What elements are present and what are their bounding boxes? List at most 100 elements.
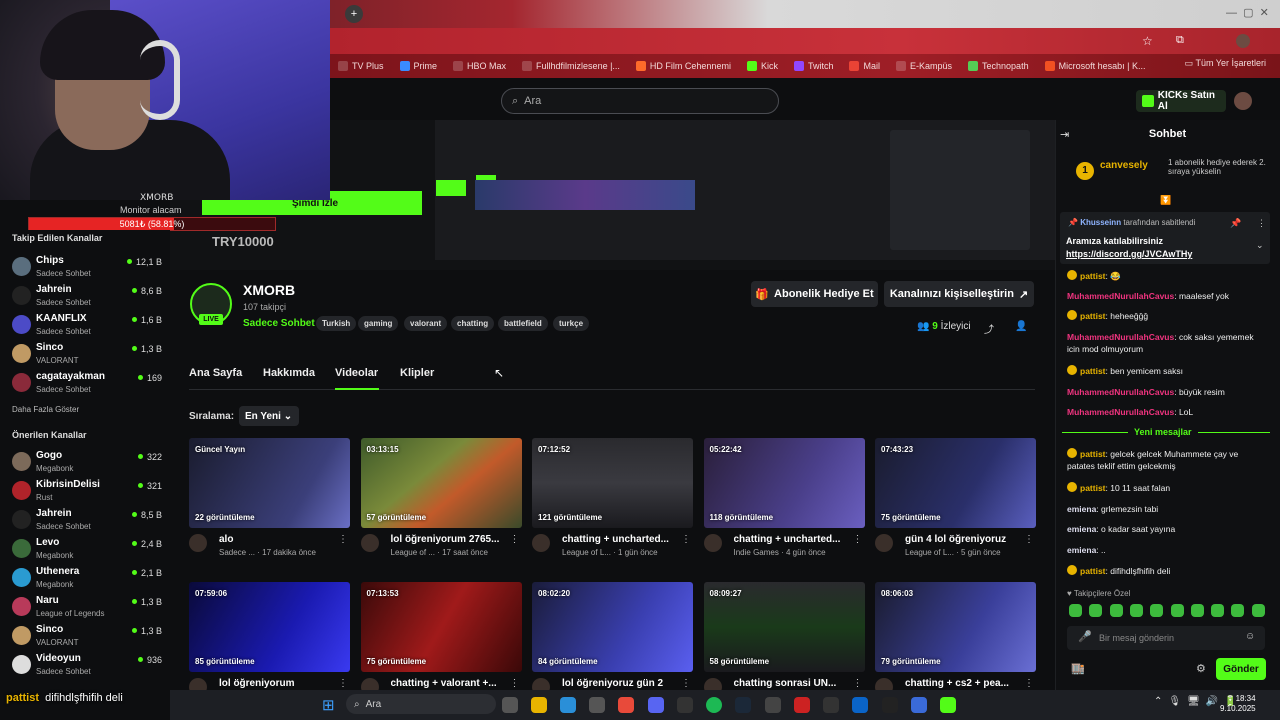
- more-options-icon[interactable]: ⋮: [510, 534, 520, 545]
- sidebar-channel-recommended[interactable]: Gogo Megabonk 322: [12, 450, 162, 478]
- emote-icon[interactable]: [1190, 604, 1204, 617]
- video-title[interactable]: chatting + cs2 + pea...: [905, 678, 1023, 689]
- sidebar-channel-recommended[interactable]: Jahrein Sadece Sohbet 8,5 B: [12, 508, 162, 536]
- video-title[interactable]: lol öğreniyoruz gün 2: [562, 678, 680, 689]
- video-title[interactable]: chatting sonrasi UN...: [734, 678, 852, 689]
- unpin-icon[interactable]: 📌: [1230, 218, 1241, 229]
- chrome-icon[interactable]: [618, 697, 634, 713]
- sidebar-channel-followed[interactable]: Sinco VALORANT 1,3 B: [12, 342, 162, 370]
- video-card[interactable]: 07:12:52 121 görüntüleme chatting + unchar…: [532, 438, 693, 566]
- kick-icon[interactable]: [940, 697, 956, 713]
- pinned-link[interactable]: https://discord.gg/JVCAwTHy: [1066, 249, 1192, 259]
- bookmark-item[interactable]: Kick: [746, 61, 778, 71]
- tag-chip[interactable]: turkçe: [553, 316, 590, 331]
- more-options-icon[interactable]: ⋮: [853, 678, 863, 689]
- gift-subscription-button[interactable]: 🎁 Abonelik Hediye Et: [751, 281, 878, 307]
- chat-username[interactable]: MuhammedNurullahCavus: [1067, 407, 1174, 417]
- buy-kicks-button[interactable]: KICKs Satın Al: [1136, 90, 1226, 112]
- chat-input[interactable]: Bir mesaj gönderin: [1067, 626, 1265, 650]
- bookmark-item[interactable]: Technopath: [968, 61, 1029, 71]
- store-icon[interactable]: 🏬: [1071, 662, 1085, 675]
- video-thumbnail[interactable]: 07:43:23 75 görüntüleme: [875, 438, 1036, 528]
- mic-icon[interactable]: 🎤: [1078, 630, 1092, 643]
- window-controls[interactable]: — ▢ ✕: [1226, 6, 1269, 19]
- all-bookmarks[interactable]: ▭ Tüm Yer İşaretleri: [1185, 58, 1266, 69]
- more-options-icon[interactable]: ⋮: [853, 534, 863, 545]
- spotify-icon[interactable]: [706, 697, 722, 713]
- chat-username[interactable]: MuhammedNurullahCavus: [1067, 332, 1174, 342]
- bookmark-item[interactable]: Microsoft hesabı | K...: [1044, 61, 1145, 71]
- video-title[interactable]: chatting + uncharted...: [734, 534, 852, 545]
- tag-chip[interactable]: battlefield: [498, 316, 548, 331]
- video-title[interactable]: chatting + valorant +...: [391, 678, 509, 689]
- app-icon[interactable]: [794, 697, 810, 713]
- sort-select[interactable]: En Yeni ⌄: [239, 406, 299, 426]
- video-title[interactable]: lol öğreniyorum 2765...: [391, 534, 509, 545]
- emote-icon[interactable]: [1129, 604, 1143, 617]
- app-icon[interactable]: [765, 697, 781, 713]
- tab-clips[interactable]: Klipler: [400, 367, 434, 379]
- video-title[interactable]: lol öğreniyorum: [219, 678, 337, 689]
- bookmark-item[interactable]: Prime: [399, 61, 437, 71]
- video-card[interactable]: 05:22:42 118 görüntüleme chatting + unchar…: [703, 438, 865, 566]
- video-thumbnail[interactable]: 03:13:15 57 görüntüleme: [360, 438, 522, 528]
- app-icon[interactable]: [823, 697, 839, 713]
- chat-username[interactable]: emiena: [1067, 504, 1096, 514]
- search-input[interactable]: ⌕ Ara: [501, 88, 779, 114]
- chat-username[interactable]: emiena: [1067, 545, 1096, 555]
- sidebar-channel-recommended[interactable]: KibrisinDelisi Rust 321: [12, 479, 162, 507]
- taskview-icon[interactable]: [502, 697, 518, 713]
- sidebar-channel-recommended[interactable]: Levo Megabonk 2,4 B: [12, 537, 162, 565]
- chat-username[interactable]: pattist: [1080, 271, 1106, 281]
- sidebar-channel-recommended[interactable]: Uthenera Megabonk 2,1 B: [12, 566, 162, 594]
- follow-settings-icon[interactable]: 👤: [1015, 321, 1027, 332]
- bookmark-item[interactable]: Fullhdfilmizlesene |...: [522, 61, 620, 71]
- bookmark-item[interactable]: Mail: [849, 61, 880, 71]
- more-options-icon[interactable]: ⋮: [1024, 534, 1034, 545]
- extensions-icon[interactable]: ⧉: [1176, 34, 1184, 47]
- bookmark-item[interactable]: HD Film Cehennemi: [635, 61, 731, 71]
- more-options-icon[interactable]: ⋮: [1257, 218, 1266, 229]
- file-explorer-icon[interactable]: [531, 697, 547, 713]
- emote-icon[interactable]: [1251, 604, 1265, 617]
- chat-username[interactable]: pattist: [1080, 366, 1106, 376]
- more-options-icon[interactable]: ⋮: [681, 534, 691, 545]
- more-options-icon[interactable]: ⋮: [338, 678, 348, 689]
- video-thumbnail[interactable]: 07:13:53 75 görüntüleme: [360, 582, 522, 672]
- video-card[interactable]: 07:43:23 75 görüntüleme gün 4 lol öğreniyo…: [875, 438, 1036, 566]
- customize-channel-button[interactable]: Kanalınızı kişiselleştirin ↗: [884, 281, 1034, 307]
- tag-chip[interactable]: chatting: [451, 316, 495, 331]
- channel-category[interactable]: Sadece Sohbet: [243, 318, 315, 329]
- address-bar[interactable]: [330, 28, 1280, 54]
- sidebar-channel-followed[interactable]: Chips Sadece Sohbet 12,1 B: [12, 255, 162, 283]
- show-more-link[interactable]: Daha Fazla Göster: [12, 405, 79, 414]
- tag-chip[interactable]: gaming: [358, 316, 399, 331]
- expand-icon[interactable]: ⏬: [1160, 195, 1171, 206]
- emote-icon[interactable]: [1211, 604, 1225, 617]
- bookmark-item[interactable]: TV Plus: [338, 61, 384, 71]
- chat-username[interactable]: pattist: [1080, 449, 1106, 459]
- more-options-icon[interactable]: ⋮: [1024, 678, 1034, 689]
- video-card[interactable]: Güncel Yayın 22 görüntüleme alo Sadece ... …: [189, 438, 350, 566]
- emote-icon[interactable]: [1231, 604, 1245, 617]
- more-options-icon[interactable]: ⋮: [338, 534, 348, 545]
- tab-about[interactable]: Hakkımda: [263, 367, 315, 379]
- video-thumbnail[interactable]: 08:09:27 58 görüntüleme: [703, 582, 865, 672]
- steam-icon[interactable]: [735, 697, 751, 713]
- video-thumbnail[interactable]: 08:02:20 84 görüntüleme: [532, 582, 693, 672]
- profile-avatar[interactable]: [1236, 34, 1250, 48]
- emote-icon[interactable]: [1109, 604, 1123, 617]
- emote-icon[interactable]: [1089, 604, 1103, 617]
- user-avatar[interactable]: [1234, 92, 1252, 110]
- chat-settings-icon[interactable]: ⚙: [1196, 662, 1206, 675]
- chat-username[interactable]: MuhammedNurullahCavus: [1067, 387, 1174, 397]
- video-thumbnail[interactable]: 08:06:03 79 görüntüleme: [875, 582, 1036, 672]
- sidebar-channel-recommended[interactable]: Videoyun Sadece Sohbet 936: [12, 653, 162, 681]
- discord-icon[interactable]: [648, 697, 664, 713]
- emote-icon[interactable]: [1069, 604, 1082, 617]
- chat-username[interactable]: emiena: [1067, 524, 1096, 534]
- bookmark-star-icon[interactable]: ☆: [1142, 34, 1153, 48]
- more-options-icon[interactable]: ⋮: [510, 678, 520, 689]
- sidebar-channel-followed[interactable]: Jahrein Sadece Sohbet 8,6 B: [12, 284, 162, 312]
- app-icon[interactable]: [882, 697, 898, 713]
